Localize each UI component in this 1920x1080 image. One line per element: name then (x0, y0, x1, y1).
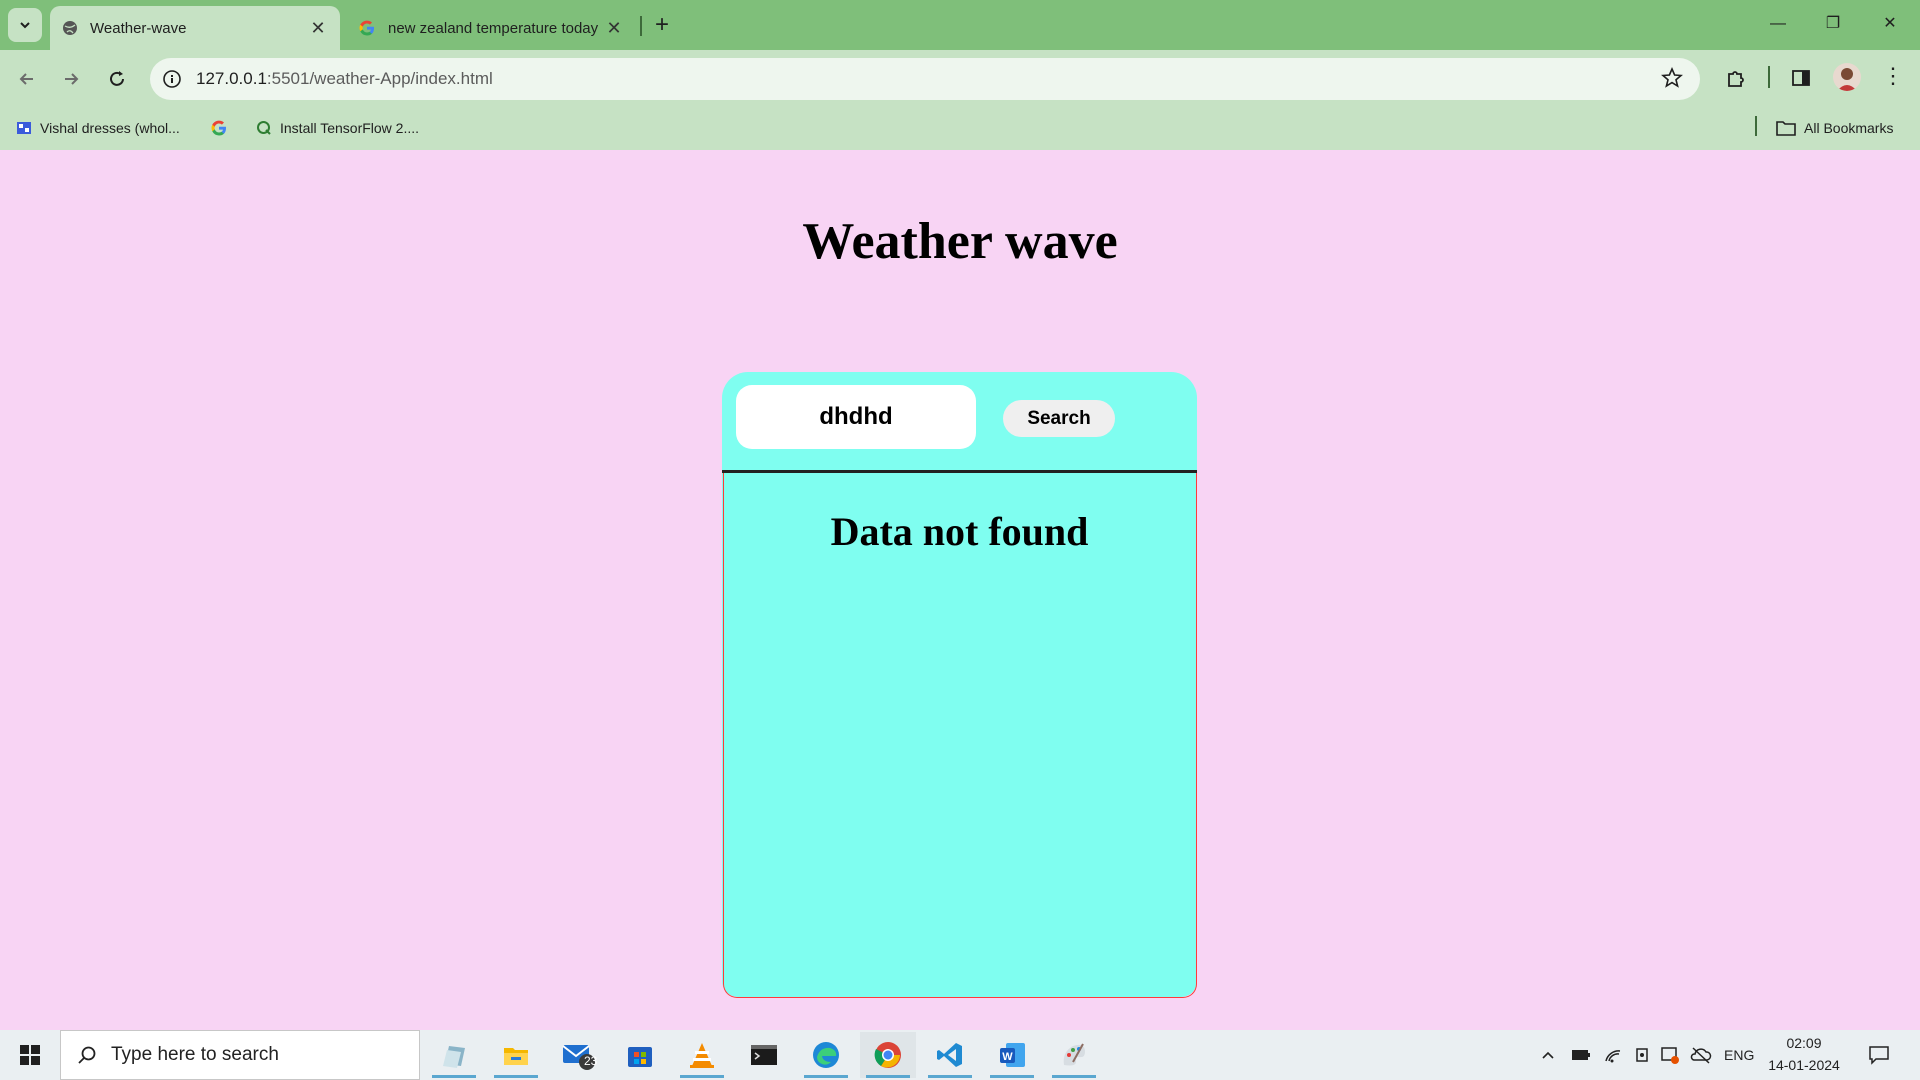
site-info-icon[interactable] (162, 69, 182, 94)
chrome-icon (874, 1042, 901, 1068)
taskbar-search-box[interactable]: Type here to search (60, 1030, 420, 1080)
bookmark-google[interactable] (210, 116, 228, 140)
battery-icon[interactable] (1570, 1030, 1592, 1080)
bookmarks-divider (1755, 116, 1757, 136)
tab-title: new zealand temperature today (388, 19, 599, 37)
forward-button[interactable] (52, 60, 90, 98)
bookmark-vishal[interactable]: Vishal dresses (whol... (16, 116, 180, 140)
all-bookmarks[interactable]: All Bookmarks (1776, 116, 1893, 140)
chevron-down-icon (20, 22, 30, 29)
profile-avatar[interactable] (1833, 63, 1861, 91)
page-title: Weather wave (802, 213, 1118, 270)
tab-new-zealand[interactable]: new zealand temperature today ✕ (346, 6, 636, 50)
reload-icon (110, 71, 124, 86)
url-path: :5501/weather-App/index.html (266, 69, 493, 88)
store-icon (17, 122, 31, 134)
taskbar-app-vlc[interactable] (674, 1032, 730, 1078)
back-arrow-icon (19, 73, 33, 85)
google-icon (211, 120, 226, 136)
reload-button[interactable] (98, 60, 136, 98)
bookmark-tensorflow[interactable]: Install TensorFlow 2.... (256, 116, 419, 140)
taskbar-search-placeholder: Type here to search (111, 1044, 279, 1065)
start-button[interactable] (0, 1030, 60, 1080)
tab-separator (640, 16, 642, 36)
quora-icon (257, 121, 271, 135)
windows-logo-icon (20, 1045, 40, 1065)
tab-close-icon[interactable]: ✕ (604, 18, 624, 39)
file-explorer-icon (504, 1048, 528, 1065)
taskbar-app-store[interactable] (612, 1032, 668, 1078)
menu-kebab-icon[interactable]: ⋮ (1882, 64, 1904, 90)
all-bookmarks-label: All Bookmarks (1804, 120, 1894, 136)
vscode-icon (937, 1043, 962, 1067)
clock-date: 14-01-2024 (1768, 1057, 1840, 1073)
security-icon[interactable] (1660, 1030, 1680, 1080)
taskbar-app-explorer[interactable] (488, 1032, 544, 1078)
notifications-icon[interactable] (1868, 1030, 1890, 1080)
taskbar-app-chrome[interactable] (860, 1032, 916, 1078)
taskbar-app-terminal[interactable] (736, 1032, 792, 1078)
restore-icon[interactable]: ❐ (1813, 6, 1853, 42)
status-message: Data not found (830, 509, 1089, 554)
close-window-icon[interactable]: ✕ (1870, 6, 1910, 42)
globe-icon (63, 21, 77, 35)
language-indicator[interactable]: ENG (1724, 1030, 1754, 1080)
taskbar-app-paint[interactable] (1046, 1032, 1102, 1078)
wifi-icon[interactable] (1603, 1030, 1623, 1080)
tray-chevron-up-icon[interactable] (1540, 1030, 1556, 1080)
vlc-icon (690, 1043, 714, 1068)
device-icon[interactable] (1633, 1030, 1651, 1080)
city-search-input[interactable] (736, 385, 976, 449)
edge-icon (813, 1042, 839, 1068)
taskbar-app-edge[interactable] (798, 1032, 854, 1078)
taskbar-app-vscode[interactable] (922, 1032, 978, 1078)
forward-arrow-icon (65, 73, 79, 85)
bookmark-label: Install TensorFlow 2.... (280, 120, 420, 136)
minimize-icon[interactable]: — (1758, 6, 1798, 42)
files-icon (443, 1046, 465, 1068)
google-icon (359, 20, 374, 36)
side-panel-icon[interactable] (1790, 67, 1812, 94)
mail-badge: 23 (584, 1054, 598, 1068)
tab-search-button[interactable] (8, 8, 42, 42)
taskbar-app-word[interactable]: W (984, 1032, 1040, 1078)
store-icon (628, 1047, 652, 1067)
extensions-icon[interactable] (1724, 66, 1748, 95)
back-button[interactable] (8, 60, 46, 98)
bookmark-star-icon[interactable] (1661, 66, 1683, 94)
bookmark-label: Vishal dresses (whol... (40, 120, 180, 136)
search-button[interactable]: Search (1003, 400, 1115, 437)
clock-time: 02:09 (1786, 1035, 1822, 1051)
word-icon: W (1000, 1043, 1025, 1067)
search-icon (78, 1046, 96, 1064)
onedrive-offline-icon[interactable] (1690, 1030, 1712, 1080)
svg-text:W: W (1002, 1051, 1013, 1063)
tab-title: Weather-wave (90, 19, 187, 37)
url-host: 127.0.0.1 (196, 69, 267, 88)
tab-close-icon[interactable]: ✕ (308, 18, 328, 39)
taskbar-app-files[interactable] (426, 1032, 482, 1078)
terminal-icon (751, 1045, 777, 1065)
tab-weather-wave[interactable]: Weather-wave ✕ (50, 6, 340, 50)
paint-icon (1063, 1043, 1085, 1066)
folder-icon (1776, 121, 1796, 136)
url-text: 127.0.0.1:5501/weather-App/index.html (196, 69, 493, 89)
card-divider (722, 470, 1197, 473)
taskbar-app-mail[interactable]: 23 (550, 1032, 606, 1078)
new-tab-button[interactable]: + (650, 10, 674, 40)
toolbar-divider (1768, 66, 1770, 88)
clock[interactable]: 02:09 14-01-2024 (1764, 1032, 1844, 1076)
